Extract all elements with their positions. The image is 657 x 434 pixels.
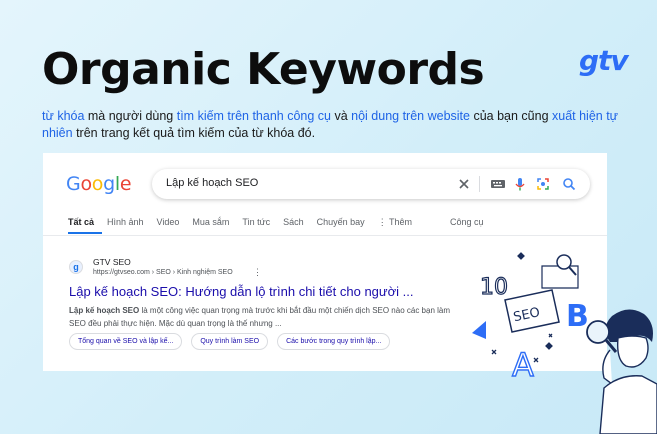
snippet-keyword: Lập kế hoạch SEO xyxy=(69,306,140,315)
sitelink-chips: Tổng quan về SEO và lập kế... Quy trình … xyxy=(69,333,391,350)
result-site-name[interactable]: GTV SEO xyxy=(93,257,131,267)
magnifier-small-icon xyxy=(556,254,577,276)
desc-highlight-content: nội dung trên website xyxy=(351,109,470,123)
illustration-letter-a: A xyxy=(512,346,534,384)
tab-all[interactable]: Tất cả xyxy=(68,217,94,228)
person-with-magnifier-illustration xyxy=(586,309,657,434)
illustration-letter-b: B xyxy=(566,299,589,334)
page-title: Organic Keywords xyxy=(42,44,485,95)
sitelink-chip[interactable]: Tổng quan về SEO và lập kế... xyxy=(69,333,183,350)
search-bar[interactable]: Lập kế hoạch SEO xyxy=(152,169,590,199)
more-options-icon[interactable]: ⋮ xyxy=(253,267,262,278)
tab-shopping[interactable]: Mua sắm xyxy=(192,217,229,228)
tab-tools[interactable]: Công cụ xyxy=(450,217,484,228)
result-snippet: Lập kế hoạch SEO là một công việc quan t… xyxy=(69,304,459,330)
tab-books[interactable]: Sách xyxy=(283,217,304,228)
search-input[interactable]: Lập kế hoạch SEO xyxy=(166,177,258,189)
search-divider xyxy=(479,176,480,192)
result-title-link[interactable]: Lập kế hoạch SEO: Hướng dẫn lộ trình chi… xyxy=(69,284,413,299)
tab-videos[interactable]: Video xyxy=(157,217,180,228)
tabs-divider xyxy=(43,235,607,236)
search-icon[interactable] xyxy=(562,177,576,191)
tab-news[interactable]: Tin tức xyxy=(242,217,270,228)
site-favicon: g xyxy=(69,260,83,274)
keyboard-icon[interactable] xyxy=(490,178,506,190)
gtv-logo: gtv xyxy=(579,44,629,77)
lens-icon[interactable] xyxy=(536,177,550,191)
search-tabs: Tất cả Hình ảnh Video Mua sắm Tin tức Sá… xyxy=(68,217,497,228)
clear-icon[interactable] xyxy=(457,177,471,191)
desc-text: trên trang kết quả tìm kiếm của từ khóa … xyxy=(72,126,316,140)
google-logo[interactable]: Google xyxy=(66,173,132,195)
desc-highlight-keyword: từ khóa xyxy=(42,109,85,123)
tab-flights[interactable]: Chuyến bay xyxy=(317,217,365,228)
desc-text: và xyxy=(330,109,352,123)
desc-highlight-search: tìm kiếm trên thanh công cụ xyxy=(176,109,331,123)
illustration-number: 10 xyxy=(480,275,508,300)
desc-text: mà người dùng xyxy=(84,109,177,123)
card-outline xyxy=(541,265,579,289)
seo-illustration: 10 SEO B A xyxy=(472,252,657,434)
sitelink-chip[interactable]: Quy trình làm SEO xyxy=(191,333,269,350)
sitelink-chip[interactable]: Các bước trong quy trình lập... xyxy=(277,333,391,350)
description: từ khóa mà người dùng tìm kiếm trên than… xyxy=(42,108,622,142)
desc-text: của bạn cũng xyxy=(469,109,552,123)
triangle-shape-icon xyxy=(472,321,486,339)
seo-tag-icon: SEO xyxy=(504,289,560,333)
tab-images[interactable]: Hình ảnh xyxy=(107,217,144,228)
result-url[interactable]: https://gtvseo.com › SEO › Kinh nghiệm S… xyxy=(93,269,233,276)
active-tab-indicator xyxy=(68,232,102,234)
microphone-icon[interactable] xyxy=(514,177,526,192)
tab-more[interactable]: ⋮ Thêm xyxy=(378,217,412,228)
